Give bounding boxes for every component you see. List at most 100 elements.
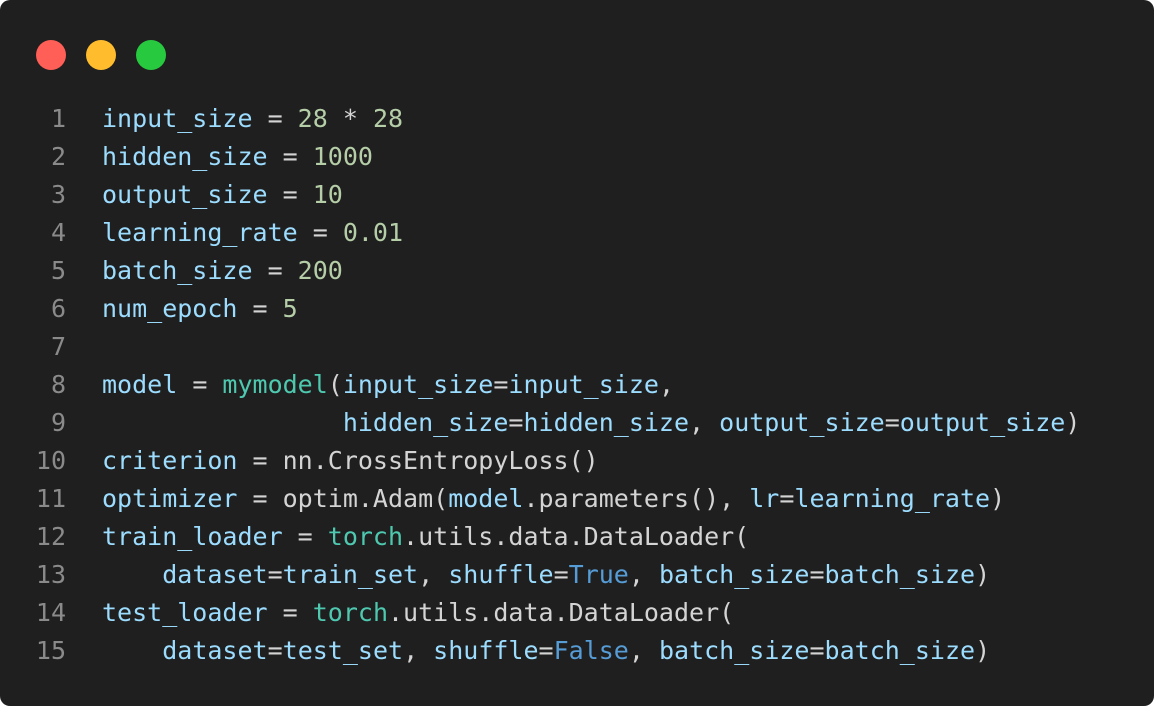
line-number: 15	[35, 636, 66, 665]
code-token: =	[493, 370, 509, 399]
code-token: model	[102, 370, 178, 399]
code-token: dataset	[162, 560, 268, 589]
code-token: )	[1065, 408, 1081, 437]
code-token: criterion	[102, 446, 238, 475]
code-token: batch_size	[824, 560, 976, 589]
code-token: learning_rate	[794, 484, 991, 513]
line-source: model = mymodel(input_size=input_size,	[102, 366, 674, 404]
line-source: output_size = 10	[102, 176, 343, 214]
code-token: output_size	[899, 408, 1066, 437]
code-token: output_size	[719, 408, 885, 437]
code-token: =	[267, 636, 283, 665]
code-token: =	[267, 180, 313, 209]
code-token: =	[508, 408, 524, 437]
line-number: 9	[50, 408, 66, 437]
line-number: 6	[50, 294, 66, 323]
line-number: 13	[35, 560, 66, 589]
code-token: 1000	[312, 142, 373, 171]
code-token: =	[884, 408, 900, 437]
line-source: dataset=test_set, shuffle=False, batch_s…	[102, 632, 990, 670]
code-token: batch_size	[658, 560, 810, 589]
code-token: test_set	[282, 636, 404, 665]
code-line: 2 hidden_size = 1000	[0, 138, 1154, 176]
code-line: 13 dataset=train_set, shuffle=True, batc…	[0, 556, 1154, 594]
line-source: optimizer = optim.Adam(model.parameters(…	[102, 480, 1005, 518]
code-token: mymodel	[222, 370, 328, 399]
code-token: test_loader	[102, 598, 268, 627]
minimize-dot-icon[interactable]	[86, 40, 116, 70]
line-source: dataset=train_set, shuffle=True, batch_s…	[102, 556, 990, 594]
code-token: batch_size	[824, 636, 976, 665]
line-number: 5	[50, 256, 66, 285]
code-token: =	[553, 560, 569, 589]
code-token: =	[252, 104, 298, 133]
code-token: ,	[628, 636, 659, 665]
code-token: =	[267, 142, 313, 171]
code-token: ,	[658, 370, 674, 399]
code-token: =	[779, 484, 795, 513]
line-source: hidden_size = 1000	[102, 138, 373, 176]
line-number: 11	[35, 484, 66, 513]
code-token: shuffle	[433, 636, 539, 665]
code-token: .parameters(),	[523, 484, 750, 513]
code-token: 10	[312, 180, 343, 209]
code-token: model	[448, 484, 524, 513]
line-number: 8	[50, 370, 66, 399]
code-token: 5	[282, 294, 298, 323]
code-token: train_set	[282, 560, 419, 589]
code-token: train_loader	[102, 522, 283, 551]
line-source: test_loader = torch.utils.data.DataLoade…	[102, 594, 734, 632]
code-token: 28	[372, 104, 404, 133]
line-source: input_size = 28 * 28	[102, 100, 403, 138]
line-number: 7	[50, 332, 66, 361]
code-token: batch_size	[658, 636, 810, 665]
code-token: =	[809, 560, 825, 589]
code-line: 4 learning_rate = 0.01	[0, 214, 1154, 252]
code-block: 1 input_size = 28 * 28 2 hidden_size = 1000…	[0, 100, 1154, 670]
line-source: train_loader = torch.utils.data.DataLoad…	[102, 518, 749, 556]
code-token: torch	[327, 522, 404, 551]
code-token: =	[267, 598, 313, 627]
code-token: ,	[628, 560, 659, 589]
code-token: hidden_size	[342, 408, 509, 437]
code-token: 28	[297, 104, 328, 133]
code-line: 9 hidden_size=hidden_size, output_size=o…	[0, 404, 1154, 442]
code-line: 15 dataset=test_set, shuffle=False, batc…	[0, 632, 1154, 670]
code-token: )	[990, 484, 1006, 513]
code-token: =	[237, 446, 283, 475]
code-line: 1 input_size = 28 * 28	[0, 100, 1154, 138]
line-source: learning_rate = 0.01	[102, 214, 403, 252]
code-token: optimizer	[102, 484, 238, 513]
close-dot-icon[interactable]	[36, 40, 66, 70]
code-line: 6 num_epoch = 5	[0, 290, 1154, 328]
line-number: 3	[50, 180, 66, 209]
code-token: batch_size	[102, 256, 253, 285]
line-source: hidden_size=hidden_size, output_size=out…	[102, 404, 1081, 442]
code-token: =	[297, 218, 343, 247]
code-token: )	[975, 560, 991, 589]
code-token: =	[809, 636, 825, 665]
code-token: num_epoch	[102, 294, 238, 323]
code-token: torch	[312, 598, 388, 627]
line-source: num_epoch = 5	[102, 290, 298, 328]
code-token: =	[237, 484, 283, 513]
maximize-dot-icon[interactable]	[136, 40, 166, 70]
line-source: batch_size = 200	[102, 252, 343, 290]
code-token: 0.01	[342, 218, 404, 247]
code-token: ,	[689, 408, 720, 437]
line-number: 1	[50, 104, 66, 133]
code-token: hidden_size	[102, 142, 268, 171]
code-token: =	[538, 636, 554, 665]
code-line: 12 train_loader = torch.utils.data.DataLo…	[0, 518, 1154, 556]
line-source: criterion = nn.CrossEntropyLoss()	[102, 442, 599, 480]
code-token: lr	[749, 484, 780, 513]
code-token: *	[327, 104, 373, 133]
code-token: optim.Adam(	[282, 484, 449, 513]
code-token: =	[252, 256, 298, 285]
code-token: learning_rate	[102, 218, 298, 247]
code-token: nn.CrossEntropyLoss()	[282, 446, 599, 475]
line-number: 10	[35, 446, 66, 475]
